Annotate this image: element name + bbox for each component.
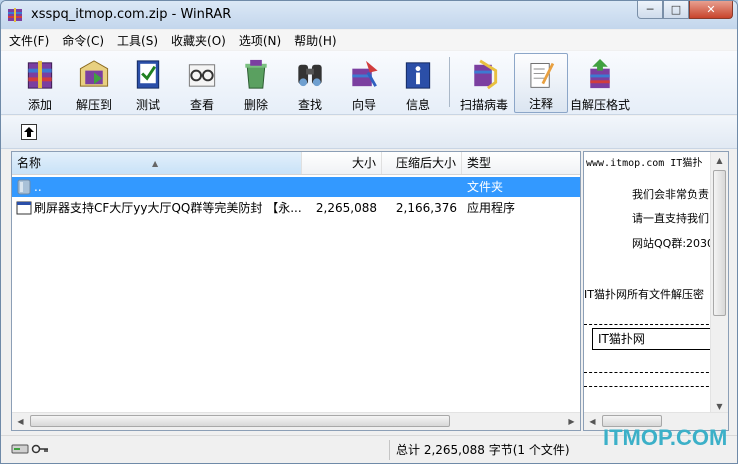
menu-help[interactable]: 帮助(H) <box>294 32 336 49</box>
close-button[interactable]: ✕ <box>689 1 733 19</box>
table-row[interactable]: .. 文件夹 <box>12 177 580 197</box>
column-name[interactable]: 名称 ▲ <box>12 152 302 174</box>
row-type: 应用程序 <box>467 201 516 215</box>
info-label: 信息 <box>405 98 430 112</box>
row-packed <box>382 177 462 197</box>
delete-icon <box>245 59 267 89</box>
sfx-button[interactable]: 自解压格式 <box>568 53 632 113</box>
comment-line: 请一直支持我们 <box>632 212 709 225</box>
test-icon <box>136 60 160 89</box>
sort-ascending-icon: ▲ <box>152 159 159 168</box>
column-packed-size[interactable]: 压缩后大小 <box>382 152 462 174</box>
row-size <box>302 177 382 197</box>
wizard-button[interactable]: 向导 <box>337 53 391 113</box>
view-button[interactable]: 查看 <box>175 53 229 113</box>
minimize-button[interactable]: ─ <box>637 1 663 19</box>
key-icon[interactable] <box>31 442 49 456</box>
row-name: 刷屏器支持CF大厅yy大厅QQ群等完美防封 【永... <box>34 201 302 215</box>
row-size: 2,265,088 <box>315 201 377 215</box>
row-packed: 2,166,376 <box>395 201 457 215</box>
scroll-thumb[interactable] <box>30 415 450 427</box>
extract-to-button[interactable]: 解压到 <box>67 53 121 113</box>
comment-line: IT猫扑网所有文件解压密 <box>584 288 704 301</box>
menu-bar: 文件(F) 命令(C) 工具(S) 收藏夹(O) 选项(N) 帮助(H) <box>1 30 737 50</box>
file-list-horizontal-scrollbar[interactable]: ◀ ▶ <box>12 412 580 430</box>
winrar-window: xsspq_itmop.com.zip - WinRAR ─ □ ✕ 文件(F)… <box>0 0 738 464</box>
file-list-header: 名称 ▲ 大小 压缩后大小 类型 <box>12 152 580 175</box>
menu-tools[interactable]: 工具(S) <box>117 32 158 49</box>
window-title: xsspq_itmop.com.zip - WinRAR <box>31 7 232 22</box>
sfx-label: 自解压格式 <box>569 98 630 112</box>
extract-to-label: 解压到 <box>75 98 112 112</box>
wizard-icon <box>352 60 378 87</box>
row-type: 文件夹 <box>467 180 504 194</box>
window-controls: ─ □ ✕ <box>637 1 733 21</box>
scroll-right-icon[interactable]: ▶ <box>563 413 580 430</box>
column-size[interactable]: 大小 <box>302 152 382 174</box>
find-button[interactable]: 查找 <box>283 53 337 113</box>
menu-commands[interactable]: 命令(C) <box>62 32 104 49</box>
comment-line: 网站QQ群:2030 <box>632 237 715 250</box>
info-icon <box>405 62 431 89</box>
drive-icon[interactable] <box>11 442 29 456</box>
comment-button[interactable]: 注释 <box>514 53 568 113</box>
up-folder-icon[interactable] <box>21 124 37 140</box>
menu-file[interactable]: 文件(F) <box>9 32 49 49</box>
menu-favorites[interactable]: 收藏夹(O) <box>171 32 226 49</box>
find-icon <box>298 64 322 87</box>
comment-line: www.itmop.com IT猫扑 <box>586 158 703 169</box>
add-label: 添加 <box>27 98 52 112</box>
comment-divider <box>584 386 714 387</box>
wizard-label: 向导 <box>351 98 376 112</box>
scroll-thumb[interactable] <box>713 170 726 316</box>
title-bar[interactable]: xsspq_itmop.com.zip - WinRAR ─ □ ✕ <box>1 1 737 29</box>
test-label: 测试 <box>135 98 160 112</box>
comment-divider <box>584 372 714 373</box>
extract-to-icon <box>79 60 109 87</box>
add-archive-icon <box>27 60 53 89</box>
scroll-up-icon[interactable]: ▲ <box>711 152 728 169</box>
toolbar: 添加 解压到 测试 查看 删除 查找 向导 信息 扫描病毒 注释 自解压格式 <box>1 51 737 115</box>
virus-scan-label: 扫描病毒 <box>459 98 508 112</box>
virus-scan-button[interactable]: 扫描病毒 <box>454 53 514 113</box>
maximize-button[interactable]: □ <box>663 1 689 19</box>
column-name-label: 名称 <box>17 156 42 170</box>
table-row[interactable]: 刷屏器支持CF大厅yy大厅QQ群等完美防封 【永... 2,265,088 2,… <box>12 198 580 218</box>
file-list: 名称 ▲ 大小 压缩后大小 类型 .. 文件夹 刷屏器支持CF大厅yy大厅QQ群… <box>11 151 581 431</box>
winrar-app-icon <box>8 8 22 22</box>
comment-label: 注释 <box>528 97 553 111</box>
scroll-left-icon[interactable]: ◀ <box>12 413 29 430</box>
comment-divider <box>584 324 714 325</box>
column-type[interactable]: 类型 <box>462 152 580 174</box>
watermark-logo: ITMOP.COM <box>603 425 728 450</box>
virus-scan-icon <box>474 59 498 90</box>
status-separator <box>389 440 390 460</box>
comment-line: 我们会非常负责 <box>632 188 709 201</box>
comment-vertical-scrollbar[interactable]: ▲ ▼ <box>710 152 728 415</box>
comment-pane: www.itmop.com IT猫扑 我们会非常负责 请一直支持我们 网站QQ群… <box>583 151 729 431</box>
toolbar-separator <box>449 57 450 107</box>
view-label: 查看 <box>189 98 214 112</box>
view-icon <box>188 64 216 87</box>
delete-button[interactable]: 删除 <box>229 53 283 113</box>
row-name: .. <box>34 180 42 194</box>
info-button[interactable]: 信息 <box>391 53 445 113</box>
address-bar <box>1 116 737 149</box>
comment-icon <box>530 62 555 88</box>
delete-label: 删除 <box>243 98 268 112</box>
find-label: 查找 <box>297 98 322 112</box>
status-total: 总计 2,265,088 字节(1 个文件) <box>396 443 570 457</box>
sfx-icon <box>590 58 610 89</box>
comment-box: IT猫扑网 <box>592 328 722 350</box>
scroll-left-icon[interactable]: ◀ <box>584 413 601 430</box>
menu-options[interactable]: 选项(N) <box>239 32 281 49</box>
test-button[interactable]: 测试 <box>121 53 175 113</box>
add-button[interactable]: 添加 <box>13 53 67 113</box>
